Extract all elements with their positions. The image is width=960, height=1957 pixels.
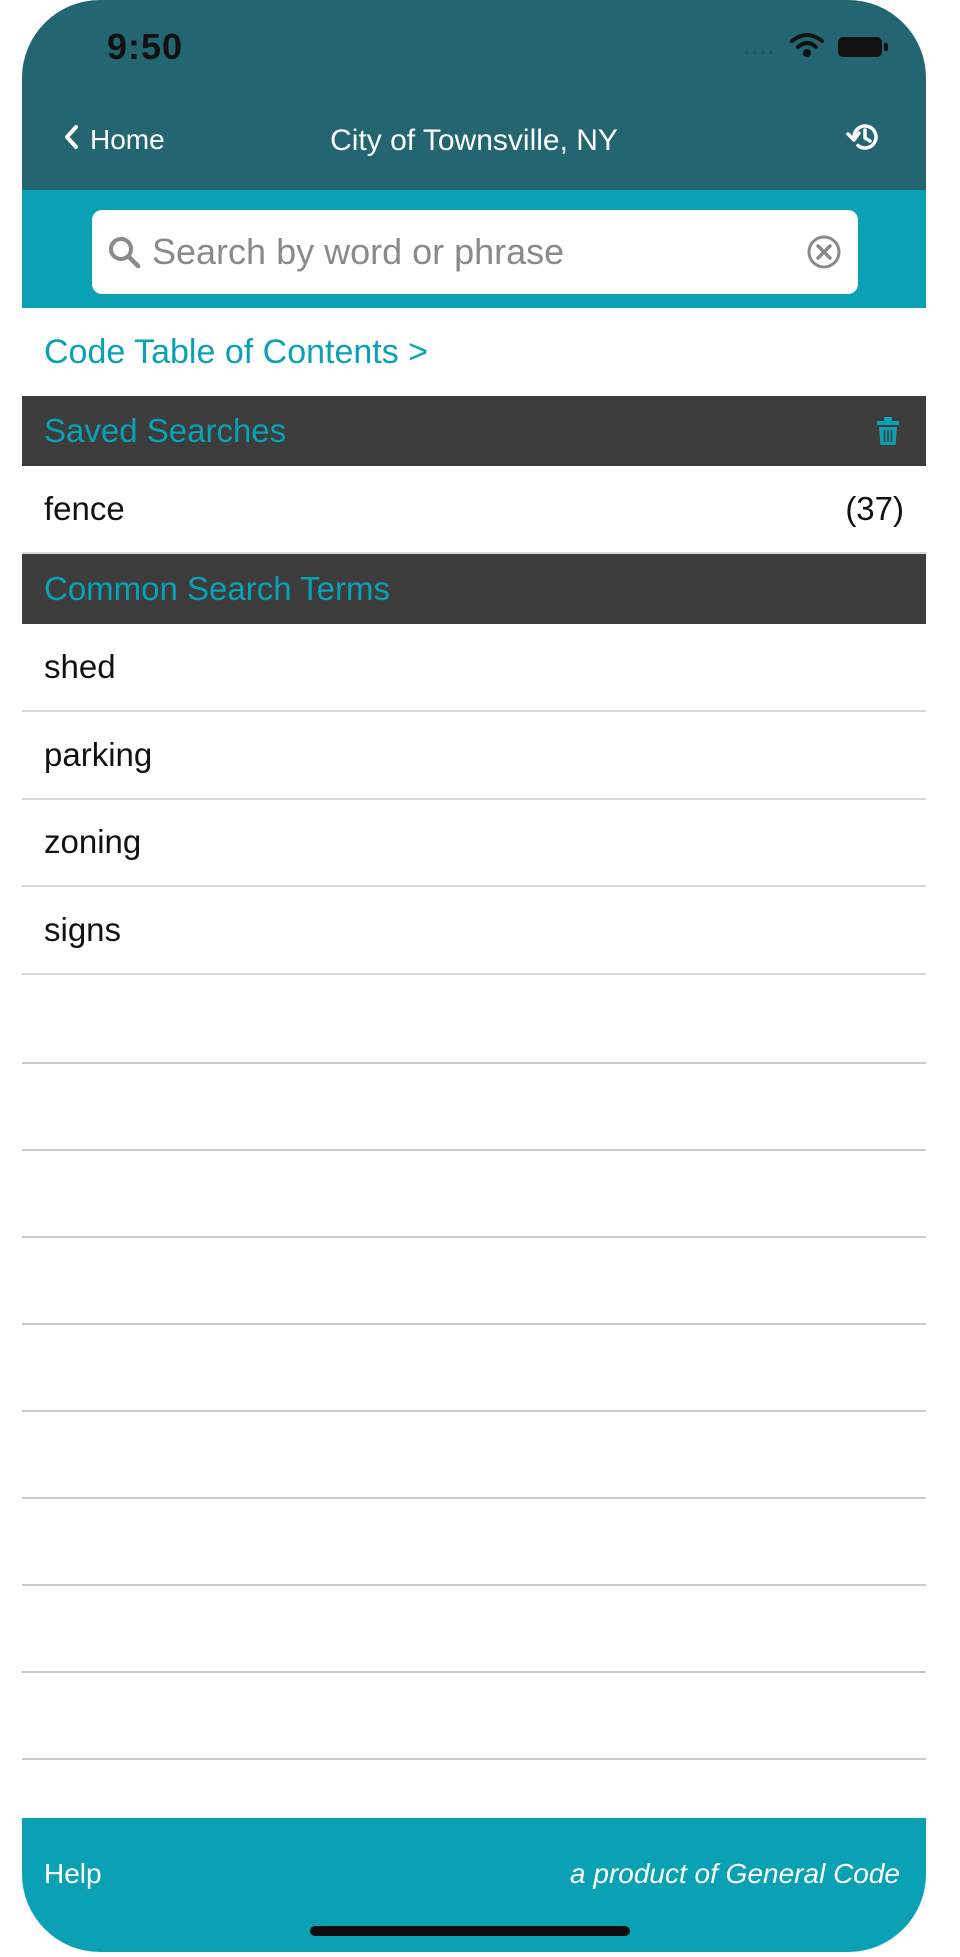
status-icons: .... [743,32,888,63]
empty-row [22,1236,926,1325]
status-time: 9:50 [107,26,184,67]
product-credit: a product of General Code [570,1858,900,1889]
search-box [92,210,858,294]
footer-bar: Help a product of General Code [22,1818,926,1952]
clear-icon [807,235,841,269]
clear-search-button[interactable] [804,232,844,272]
battery-icon [838,37,888,57]
common-terms-header: Common Search Terms [22,554,926,624]
code-toc-link[interactable]: Code Table of Contents > [22,308,926,396]
wifi-icon [790,32,824,63]
empty-row [22,1497,926,1586]
empty-row [22,1149,926,1238]
saved-searches-header: Saved Searches [22,396,926,466]
saved-search-item[interactable]: fence (37) [22,466,926,554]
common-term-label: signs [44,911,122,948]
history-button[interactable] [842,118,884,160]
common-term-label: zoning [44,823,142,860]
signal-dots: .... [743,34,776,59]
help-link[interactable]: Help [44,1858,102,1890]
empty-row [22,1323,926,1412]
page-title: City of Townsville, NY [330,124,618,157]
empty-row [22,975,926,1064]
common-term-item[interactable]: signs [22,887,926,975]
saved-search-count: (37) [845,490,904,527]
empty-row [22,1062,926,1151]
common-term-label: shed [44,648,116,685]
app-screen: 9:50 .... Home City of Townsville, NY Se… [22,0,926,1952]
home-indicator[interactable] [310,1926,630,1936]
common-term-item[interactable]: zoning [22,799,926,887]
common-term-item[interactable]: shed [22,624,926,712]
saved-search-term: fence [44,490,125,527]
empty-row [22,1410,926,1499]
common-terms-title: Common Search Terms [44,570,391,607]
empty-row [22,1584,926,1673]
delete-saved-searches-button[interactable] [872,415,904,447]
search-icon [106,234,142,270]
common-term-label: parking [44,736,153,773]
empty-row [22,1671,926,1760]
saved-searches-title: Saved Searches [44,412,287,449]
app-header: 9:50 .... Home City of Townsville, NY [22,0,926,190]
history-icon [845,119,881,160]
trash-icon [877,417,899,445]
search-bar [22,190,926,308]
search-input[interactable] [142,222,804,282]
common-term-item[interactable]: parking [22,712,926,800]
